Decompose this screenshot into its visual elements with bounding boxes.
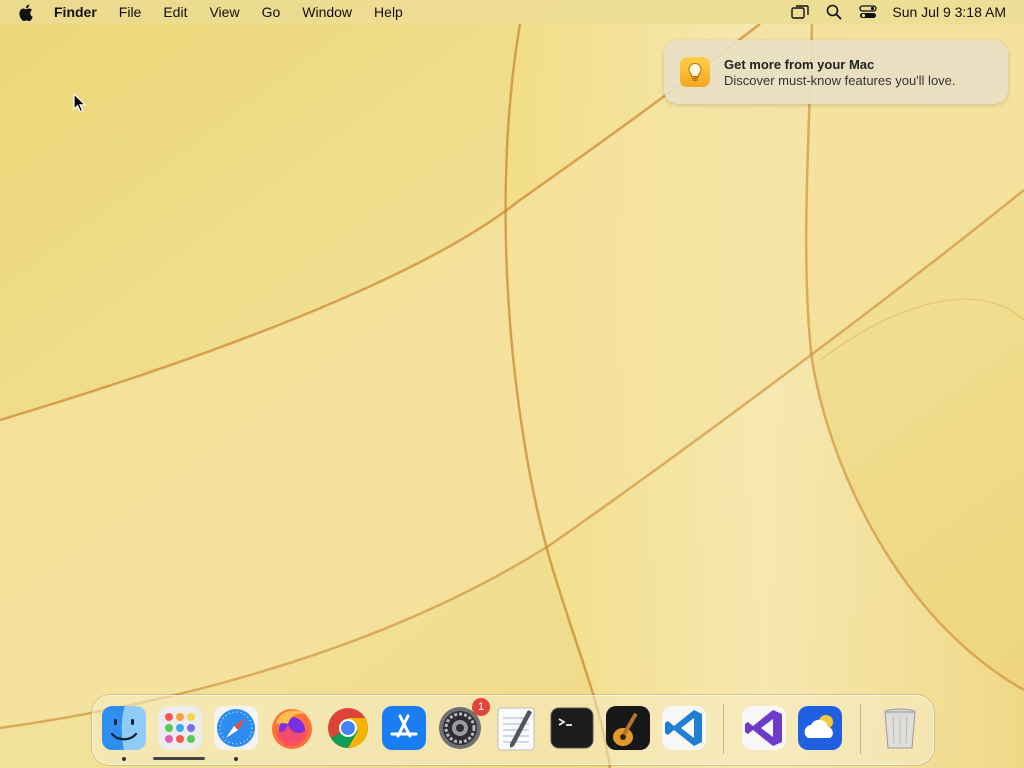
- notification-body: Discover must-know features you'll love.: [724, 72, 956, 88]
- dock-firefox[interactable]: [268, 704, 316, 752]
- dock-separator: [723, 704, 724, 754]
- dock-finder[interactable]: [100, 704, 148, 752]
- dock-app-store[interactable]: [380, 704, 428, 752]
- dock-weather[interactable]: [796, 704, 844, 752]
- visual-studio-icon: [742, 706, 786, 750]
- desktop[interactable]: Finder File Edit View Go Window Help Sun…: [0, 0, 1024, 768]
- wallpaper: [0, 0, 1024, 768]
- notification-title: Get more from your Mac: [724, 56, 875, 72]
- notification-text: Get more from your Mac Discover must-kno…: [724, 57, 956, 88]
- dock-textedit[interactable]: [492, 704, 540, 752]
- lightbulb-icon: [680, 57, 710, 87]
- notification-banner[interactable]: Get more from your Mac Discover must-kno…: [664, 40, 1008, 104]
- safari-running-indicator: [234, 757, 238, 761]
- menu-go[interactable]: Go: [262, 4, 281, 20]
- guitar-icon: [606, 706, 650, 750]
- menu-bar: Finder File Edit View Go Window Help Sun…: [0, 0, 1024, 24]
- menu-bar-clock[interactable]: Sun Jul 9 3:18 AM: [892, 4, 1006, 20]
- menu-help[interactable]: Help: [374, 4, 403, 20]
- system-settings-badge: 1: [472, 698, 490, 716]
- dock-launchpad-underline: [153, 757, 205, 760]
- app-store-icon: [382, 706, 426, 750]
- terminal-icon: [550, 707, 594, 749]
- vscode-icon: [662, 706, 706, 750]
- dock-launchpad[interactable]: [156, 704, 204, 752]
- dock-vscode[interactable]: [660, 704, 708, 752]
- mouse-pointer-icon: [73, 93, 87, 113]
- textedit-icon: [497, 707, 535, 751]
- dock-trash[interactable]: [876, 704, 924, 752]
- firefox-icon: [272, 709, 312, 749]
- dock-chrome[interactable]: [324, 704, 372, 752]
- dock-garageband[interactable]: [604, 704, 652, 752]
- apple-menu-icon[interactable]: [18, 3, 34, 21]
- menu-bar-status-area: Sun Jul 9 3:18 AM: [776, 3, 1006, 21]
- dock: 1: [92, 695, 934, 765]
- menu-file[interactable]: File: [119, 4, 142, 20]
- dock-separator-trash: [860, 704, 861, 754]
- control-center-icon[interactable]: [858, 3, 878, 21]
- finder-running-indicator: [122, 757, 126, 761]
- spotlight-search-icon[interactable]: [824, 3, 844, 21]
- screen-mirroring-icon[interactable]: [790, 3, 810, 21]
- chrome-icon: [328, 708, 368, 748]
- dock-safari[interactable]: [212, 704, 260, 752]
- dock-terminal[interactable]: [548, 704, 596, 752]
- dock-visual-studio[interactable]: [740, 704, 788, 752]
- menu-view[interactable]: View: [209, 4, 239, 20]
- weather-icon: [798, 706, 842, 750]
- menu-app-name[interactable]: Finder: [54, 4, 97, 20]
- menu-edit[interactable]: Edit: [163, 4, 187, 20]
- safari-icon: [214, 706, 258, 750]
- menu-window[interactable]: Window: [302, 4, 352, 20]
- launchpad-icon: [158, 706, 202, 750]
- dock-system-settings[interactable]: 1: [436, 698, 490, 752]
- finder-icon: [102, 706, 146, 750]
- trash-icon: [884, 708, 916, 749]
